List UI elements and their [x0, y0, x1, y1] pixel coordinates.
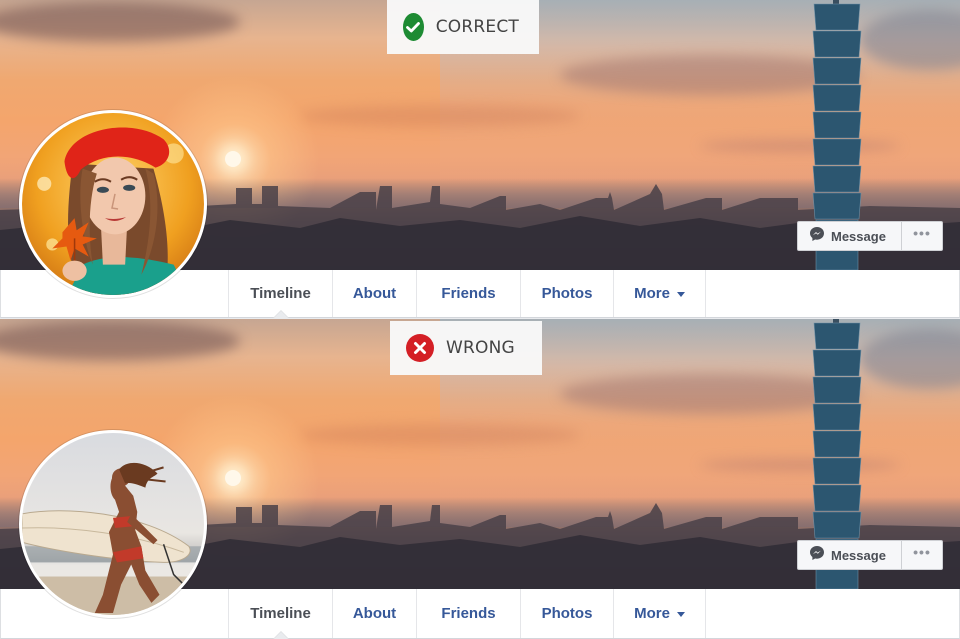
message-label: Message [831, 547, 886, 563]
profile-picture[interactable] [19, 430, 207, 618]
message-button[interactable]: Message [798, 541, 902, 569]
ellipsis-icon: ••• [913, 544, 931, 560]
verdict-badge: WRONG [390, 321, 542, 375]
x-circle-icon [406, 334, 434, 362]
verdict-label: CORRECT [435, 17, 519, 37]
check-circle-icon [403, 13, 424, 41]
profile-header-wrong-example: WRONG Message ••• Timeline About Friends… [0, 319, 960, 639]
profile-actions: Message ••• [797, 540, 943, 570]
tab-more[interactable]: More [613, 589, 706, 638]
tab-photos[interactable]: Photos [520, 589, 613, 638]
tab-timeline[interactable]: Timeline [228, 270, 332, 318]
sun [225, 470, 241, 486]
tab-more[interactable]: More [613, 270, 706, 317]
tab-friends[interactable]: Friends [416, 589, 520, 638]
verdict-label: WRONG [446, 338, 515, 358]
photo-surfer-on-beach [22, 433, 204, 615]
profile-header-correct-example: CORRECT Message ••• Timeline About Frien… [0, 0, 960, 320]
message-button[interactable]: Message [798, 222, 902, 250]
tab-photos[interactable]: Photos [520, 270, 613, 317]
messenger-icon [809, 545, 825, 566]
caret-down-icon [676, 612, 685, 617]
verdict-badge: CORRECT [387, 0, 539, 54]
caret-down-icon [676, 292, 685, 297]
tab-about[interactable]: About [332, 270, 416, 317]
messenger-icon [809, 226, 825, 247]
ellipsis-icon: ••• [913, 225, 931, 241]
sun [225, 151, 241, 167]
message-label: Message [831, 228, 886, 244]
tab-timeline[interactable]: Timeline [228, 589, 332, 639]
profile-actions: Message ••• [797, 221, 943, 251]
more-options-button[interactable]: ••• [902, 541, 942, 569]
tab-about[interactable]: About [332, 589, 416, 638]
more-options-button[interactable]: ••• [902, 222, 942, 250]
portrait-woman-red-beret [22, 113, 204, 295]
tab-friends[interactable]: Friends [416, 270, 520, 317]
profile-picture[interactable] [19, 110, 207, 298]
